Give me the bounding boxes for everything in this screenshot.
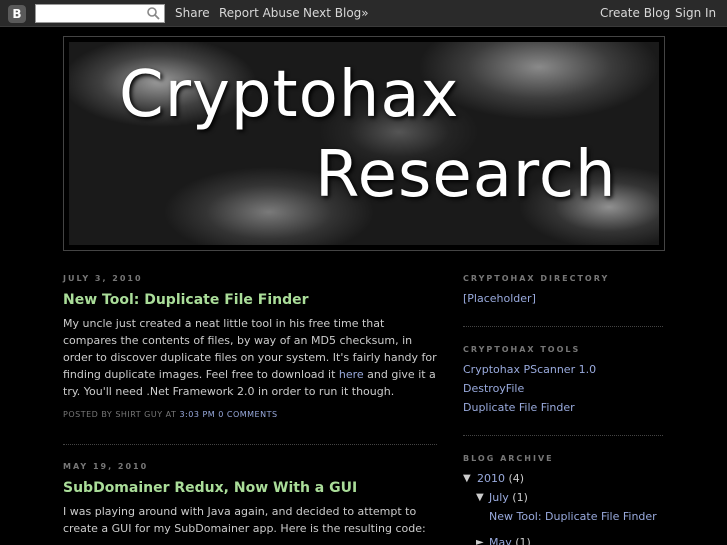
blog-title-line1: Cryptohax	[119, 58, 460, 132]
post-title-link[interactable]: New Tool: Duplicate File Finder	[63, 292, 309, 308]
archive-month-count: (1)	[515, 536, 531, 545]
directory-heading: CRYPTOHAX DIRECTORY	[463, 274, 610, 283]
sidebar-divider	[463, 435, 663, 436]
post-author: POSTED BY SHIRT GUY AT	[63, 410, 177, 419]
blog-title-line2: Research	[315, 138, 617, 212]
archive-month-count: (1)	[512, 491, 528, 504]
archive-heading: BLOG ARCHIVE	[463, 454, 554, 463]
tool-link-pscanner[interactable]: Cryptohax PScanner 1.0	[463, 363, 596, 376]
post-title-link[interactable]: SubDomainer Redux, Now With a GUI	[63, 480, 357, 496]
share-link[interactable]: Share	[175, 6, 210, 20]
search-input[interactable]	[35, 4, 165, 23]
archive-toggle-down-icon[interactable]: ▼	[463, 473, 471, 484]
post-date: MAY 19, 2010	[63, 462, 149, 471]
archive-year-link[interactable]: 2010 (4)	[477, 472, 524, 485]
archive-month-link[interactable]: July (1)	[489, 491, 528, 504]
directory-item[interactable]: [Placeholder]	[463, 292, 536, 305]
next-blog-link[interactable]: Next Blog»	[303, 6, 369, 20]
archive-month-link[interactable]: May (1)	[489, 536, 531, 545]
download-here-link[interactable]: here	[339, 368, 364, 381]
post-body: I was playing around with Java again, an…	[63, 505, 426, 535]
post-footer: POSTED BY SHIRT GUY AT 3:03 PM 0 COMMENT…	[63, 410, 278, 419]
post-comments-link[interactable]: 0 COMMENTS	[218, 410, 277, 419]
archive-post-link[interactable]: New Tool: Duplicate File Finder	[489, 510, 657, 523]
archive-month[interactable]: July	[489, 491, 509, 504]
post-body: My uncle just created a neat little tool…	[63, 315, 441, 400]
tools-heading: CRYPTOHAX TOOLS	[463, 345, 581, 354]
blogger-navbar: B Share Report Abuse Next Blog» Create B…	[0, 0, 727, 27]
archive-year[interactable]: 2010	[477, 472, 505, 485]
blogger-logo-icon[interactable]: B	[8, 5, 26, 23]
tool-link-duplicate-finder[interactable]: Duplicate File Finder	[463, 401, 575, 414]
tool-link-destroyfile[interactable]: DestroyFile	[463, 382, 524, 395]
sign-in-link[interactable]: Sign In	[675, 6, 716, 20]
sidebar-divider	[463, 326, 663, 327]
archive-month-toggle-right-icon[interactable]: ►	[476, 537, 484, 545]
post-divider	[63, 444, 437, 445]
archive-month-toggle-down-icon[interactable]: ▼	[476, 492, 484, 503]
post-timestamp-link[interactable]: 3:03 PM	[179, 410, 215, 419]
create-blog-link[interactable]: Create Blog	[600, 6, 670, 20]
archive-month[interactable]: May	[489, 536, 512, 545]
header-banner[interactable]: Cryptohax Research	[69, 42, 659, 245]
archive-year-count: (4)	[508, 472, 525, 485]
search-icon[interactable]	[147, 7, 160, 20]
report-abuse-link[interactable]: Report Abuse	[219, 6, 300, 20]
post-date: JULY 3, 2010	[63, 274, 143, 283]
